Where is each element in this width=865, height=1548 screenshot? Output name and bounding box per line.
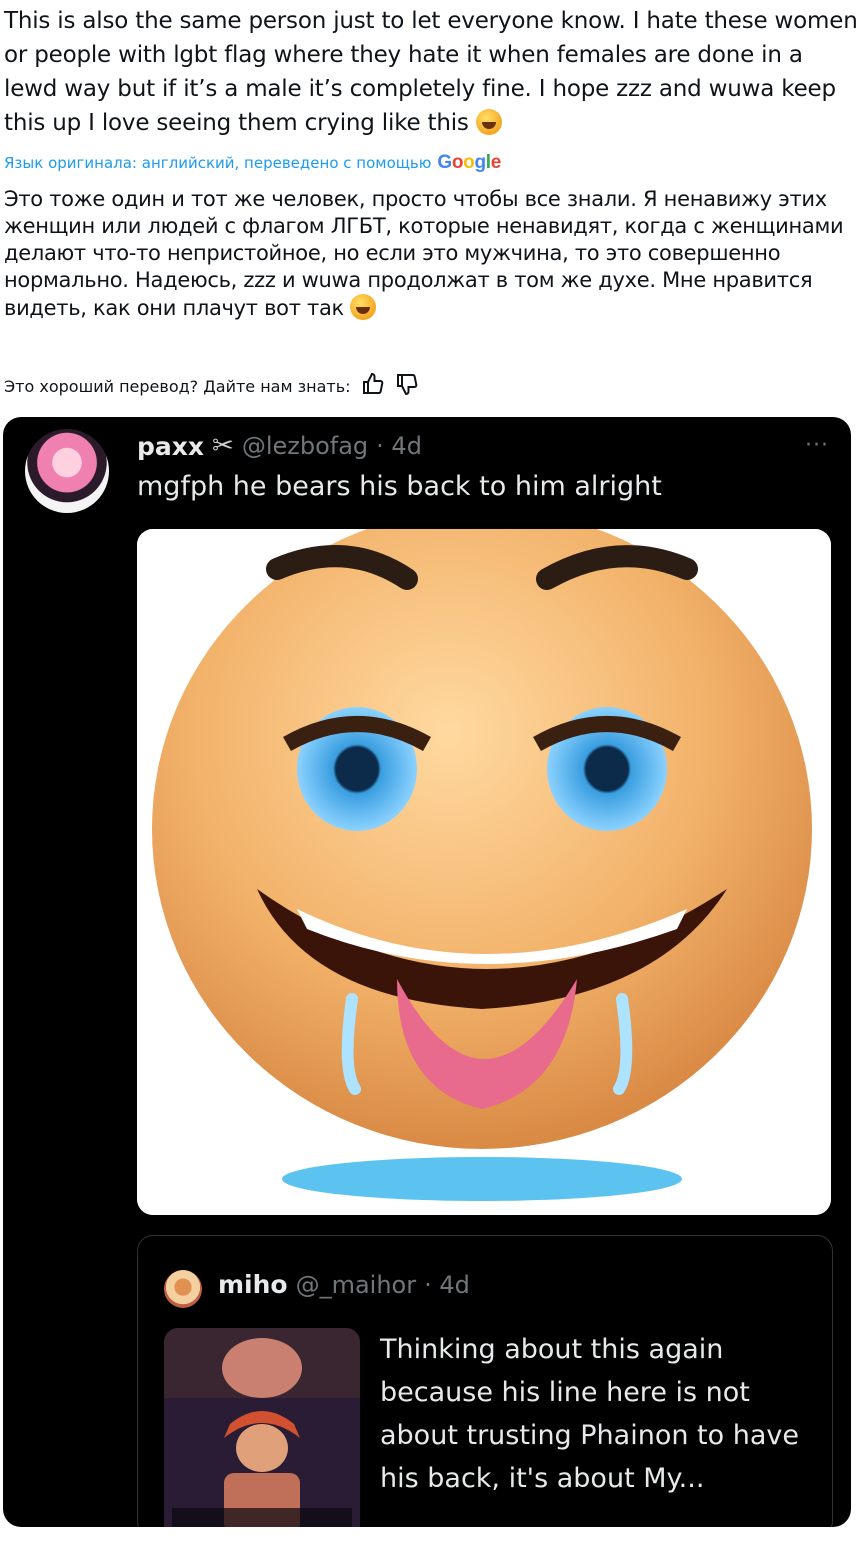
rolling-on-floor-laughing-icon	[475, 109, 502, 135]
quoted-post-image	[164, 1328, 360, 1527]
embedded-screenshot: paxx ✂ @lezbofag · 4d ··· mgfph he bears…	[3, 417, 851, 1527]
post-time: · 4d	[376, 432, 422, 460]
quoted-post-text: Thinking about this again because his li…	[380, 1334, 799, 1494]
display-name: paxx	[137, 431, 205, 461]
original-tweet-text: This is also the same person just to let…	[4, 8, 858, 136]
scissors-icon: ✂	[212, 431, 234, 461]
rolling-on-floor-laughing-icon	[350, 294, 377, 320]
game-character-image	[164, 1328, 360, 1527]
thumbs-up-icon[interactable]	[361, 372, 385, 401]
translation-attribution[interactable]: Язык оригинала: английский, переведено с…	[4, 152, 501, 174]
google-logo: Google	[437, 152, 502, 173]
laughing-face-image	[137, 529, 831, 1215]
display-name: miho	[218, 1270, 288, 1299]
post-text: mgfph he bears his back to him alright	[137, 471, 662, 502]
post-time: · 4d	[424, 1270, 470, 1299]
post-image	[137, 529, 831, 1215]
handle: @_maihor	[295, 1270, 417, 1299]
avatar	[164, 1270, 202, 1308]
translated-tweet-text: Это тоже один и тот же человек, просто ч…	[4, 187, 844, 320]
translation-feedback: Это хороший перевод? Дайте нам знать:	[4, 372, 419, 401]
thumbs-down-icon[interactable]	[395, 372, 419, 401]
quoted-post: miho @_maihor · 4d Thinking about this a…	[137, 1235, 833, 1527]
handle: @lezbofag	[241, 432, 369, 460]
quoted-post-header: miho @_maihor · 4d	[218, 1270, 470, 1299]
more-options-icon: ···	[805, 433, 829, 458]
avatar	[25, 429, 109, 513]
post-header: paxx ✂ @lezbofag · 4d	[137, 431, 422, 461]
